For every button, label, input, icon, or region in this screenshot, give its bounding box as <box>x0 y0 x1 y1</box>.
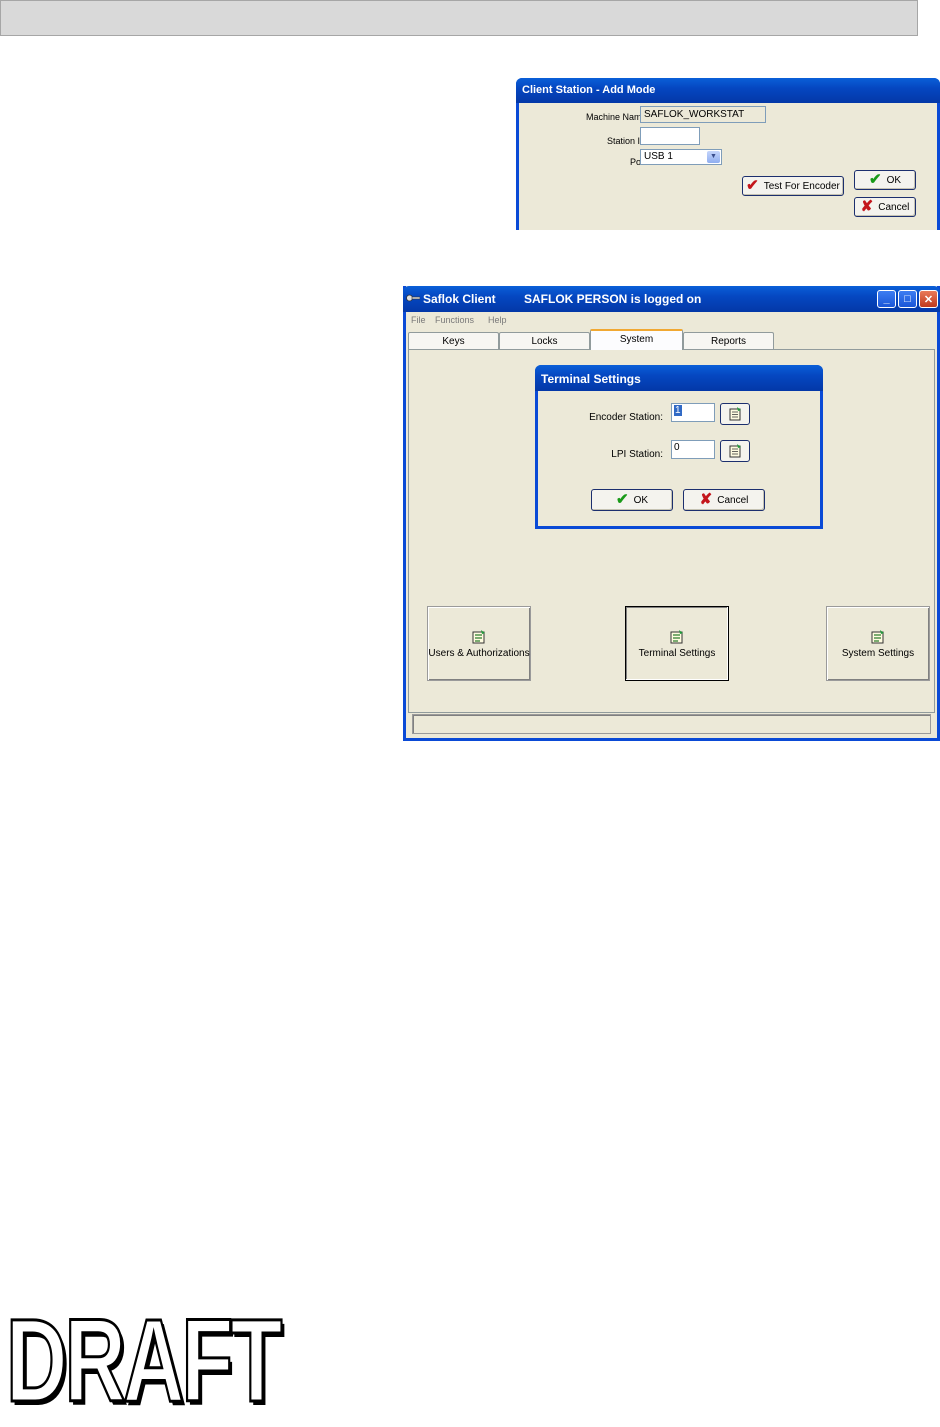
checkmark-icon: ✔ <box>746 177 759 194</box>
close-icon: ✕ <box>923 293 934 306</box>
settings-icon <box>472 630 485 644</box>
chevron-down-icon[interactable]: ▼ <box>707 151 720 163</box>
maximize-button[interactable]: □ <box>898 290 917 308</box>
settings-icon <box>871 630 884 644</box>
test-for-encoder-label: Test For Encoder <box>763 180 840 192</box>
system-settings-button[interactable]: System Settings <box>826 606 930 681</box>
saflok-client-window: Saflok Client SAFLOK PERSON is logged on… <box>403 286 940 741</box>
cancel-button[interactable]: ✘ Cancel <box>854 197 916 217</box>
ok-button[interactable]: ✔ OK <box>591 489 673 511</box>
users-authorizations-button[interactable]: Users & Authorizations <box>427 606 531 681</box>
cancel-label: Cancel <box>717 494 749 506</box>
port-value: USB 1 <box>644 151 673 162</box>
terminal-settings-label: Terminal Settings <box>638 648 716 659</box>
port-label: Port: <box>539 157 649 167</box>
ok-label: OK <box>886 174 902 186</box>
lpi-station-input[interactable]: 0 <box>671 440 715 459</box>
menu-help[interactable]: Help <box>488 315 507 325</box>
logged-on-status: SAFLOK PERSON is logged on <box>524 292 702 306</box>
cancel-button[interactable]: ✘ Cancel <box>683 489 765 511</box>
close-window-button[interactable]: ✕ <box>919 290 938 308</box>
machine-name-field[interactable]: SAFLOK_WORKSTAT <box>640 106 766 123</box>
terminal-settings-body: Encoder Station: 1 LPI Station: 0 ✔ OK ✘… <box>538 391 820 526</box>
terminal-settings-title: Terminal Settings <box>535 365 823 391</box>
encoder-station-picker-button[interactable] <box>720 403 750 425</box>
station-id-input[interactable] <box>640 127 700 145</box>
tab-reports[interactable]: Reports <box>683 332 774 349</box>
minimize-button[interactable]: _ <box>877 290 896 308</box>
close-icon: ✘ <box>860 198 874 215</box>
notepad-icon <box>729 444 741 458</box>
page-header-bar <box>0 0 918 36</box>
terminal-settings-dialog: Terminal Settings Encoder Station: 1 LPI… <box>535 365 823 529</box>
system-settings-label: System Settings <box>841 648 915 659</box>
settings-icon <box>670 630 683 644</box>
maximize-icon: □ <box>904 293 911 305</box>
key-icon <box>406 294 420 302</box>
test-for-encoder-button[interactable]: ✔ Test For Encoder <box>742 176 844 196</box>
ok-label: OK <box>633 494 649 506</box>
tab-system[interactable]: System <box>590 329 683 350</box>
checkmark-icon: ✔ <box>868 171 882 188</box>
client-station-dialog: Client Station - Add Mode Machine Name: … <box>516 78 940 230</box>
encoder-station-label: Encoder Station: <box>589 412 663 423</box>
ok-button[interactable]: ✔ OK <box>854 170 916 190</box>
window-titlebar[interactable]: Saflok Client SAFLOK PERSON is logged on… <box>403 286 940 312</box>
lpi-station-picker-button[interactable] <box>720 440 750 462</box>
lpi-station-label: LPI Station: <box>611 449 663 460</box>
menu-functions[interactable]: Functions <box>435 315 474 325</box>
app-title: Saflok Client <box>423 292 496 306</box>
client-station-body: Machine Name: SAFLOK_WORKSTAT Station ID… <box>519 103 937 230</box>
close-icon: ✘ <box>699 491 713 508</box>
checkmark-icon: ✔ <box>615 491 629 508</box>
cancel-label: Cancel <box>878 201 910 213</box>
station-id-label: Station ID: <box>606 136 649 146</box>
encoder-station-input[interactable]: 1 <box>671 403 715 422</box>
machine-name-label: Machine Name: <box>585 112 649 122</box>
status-bar <box>412 714 931 734</box>
draft-watermark: DRAFT <box>5 1295 284 1427</box>
tab-locks[interactable]: Locks <box>499 332 590 349</box>
tab-keys[interactable]: Keys <box>408 332 499 349</box>
minimize-icon: _ <box>883 293 890 305</box>
notepad-icon <box>729 407 741 421</box>
encoder-station-value: 1 <box>674 405 682 416</box>
users-authorizations-label: Users & Authorizations <box>428 648 530 659</box>
client-station-title: Client Station - Add Mode <box>516 78 940 103</box>
port-select[interactable]: USB 1 ▼ <box>640 149 722 165</box>
menu-bar: File Functions Help <box>406 312 937 329</box>
menu-file[interactable]: File <box>411 315 426 325</box>
terminal-settings-button[interactable]: Terminal Settings <box>625 606 729 681</box>
